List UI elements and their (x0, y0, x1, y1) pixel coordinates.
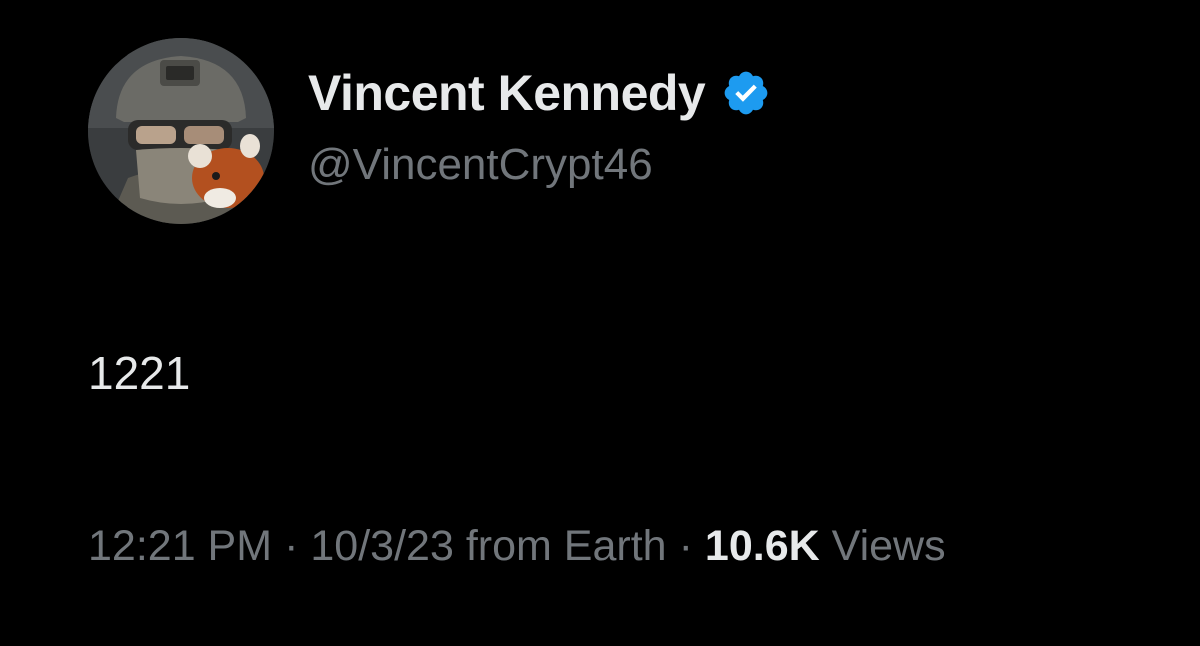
views-count[interactable]: 10.6K (705, 522, 820, 571)
tweet-text: 1221 (88, 347, 191, 399)
tweet-time[interactable]: 12:21 PM (88, 522, 272, 571)
verified-badge-icon[interactable] (721, 68, 771, 118)
tweet-date[interactable]: 10/3/23 (310, 522, 453, 571)
tweet-source: from Earth (465, 522, 667, 570)
display-name[interactable]: Vincent Kennedy (308, 64, 706, 122)
avatar[interactable] (88, 38, 274, 224)
author-handle[interactable]: @VincentCrypt46 (308, 140, 653, 190)
tweet: Vincent Kennedy @VincentCrypt46 1221 12:… (0, 0, 1200, 646)
meta-separator: · (678, 522, 693, 570)
tweet-meta: 12:21 PM · 10/3/23 from Earth · 10.6K Vi… (88, 522, 946, 571)
avatar-image (88, 38, 274, 224)
author-name-row: Vincent Kennedy (308, 62, 771, 124)
views-label: Views (831, 522, 946, 570)
meta-separator: · (284, 522, 299, 570)
